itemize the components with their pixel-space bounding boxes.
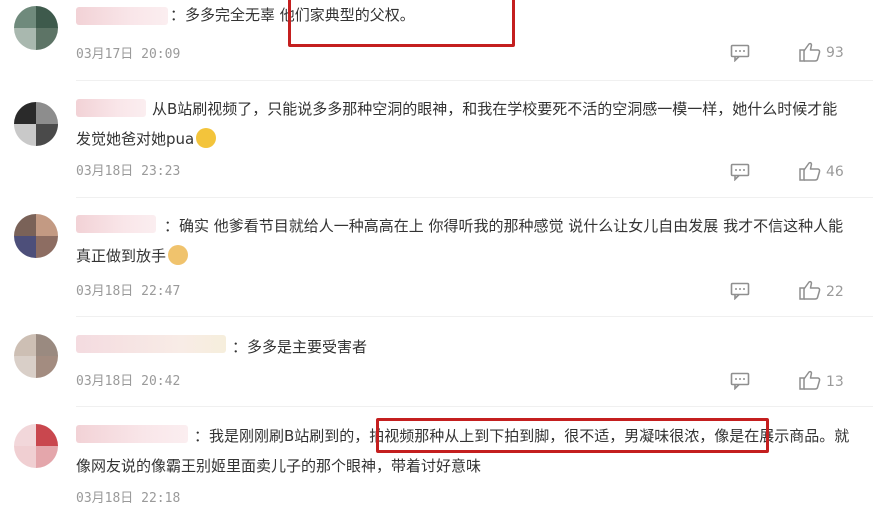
like-count: 22 [826,284,844,300]
avatar[interactable] [14,214,58,258]
divider [76,80,873,81]
comment-time: 03月18日 20:42 [76,374,181,389]
comment-text: 从B站刷视频了，只能说多多那种空洞的眼神，和我在学校要死不活的空洞感一模一样，她… [76,100,838,148]
avatar[interactable] [14,6,58,50]
divider [76,316,873,317]
avatar[interactable] [14,102,58,146]
comment-time: 03月18日 23:23 [76,164,181,179]
comment-time: 03月17日 20:09 [76,47,181,62]
comment-icon[interactable] [730,372,750,390]
highlight-box [376,418,769,453]
divider [76,406,873,407]
comment-text: ：多多完全无辜 他们家典型的父权。 [170,6,415,24]
comment-icon[interactable] [730,163,750,181]
thumbs-up-icon[interactable] [799,280,821,300]
like-count: 46 [826,164,844,180]
thumbs-up-icon[interactable] [799,370,821,390]
comment-time: 03月18日 22:18 [76,491,181,506]
comment-text: ：多多是主要受害者 [232,338,368,356]
avatar[interactable] [14,424,58,468]
laughing-emoji-icon [196,128,217,148]
like-count: 13 [826,374,844,390]
username-blurred[interactable] [76,335,226,353]
divider [76,197,873,198]
comment-time: 03月18日 22:47 [76,284,181,299]
comment-icon[interactable] [730,44,750,62]
comment-text: ：确实 他爹看节目就给人一种高高在上 你得听我的那种感觉 说什么让女儿自由发展 … [76,217,844,265]
highlight-box [288,0,515,47]
thumbs-up-icon[interactable] [799,42,821,62]
thumbs-up-icon[interactable] [799,161,821,181]
avatar[interactable] [14,334,58,378]
username-blurred[interactable] [76,7,168,25]
like-count: 93 [826,45,844,61]
comment-icon[interactable] [730,282,750,300]
dog-emoji-icon [168,245,189,265]
